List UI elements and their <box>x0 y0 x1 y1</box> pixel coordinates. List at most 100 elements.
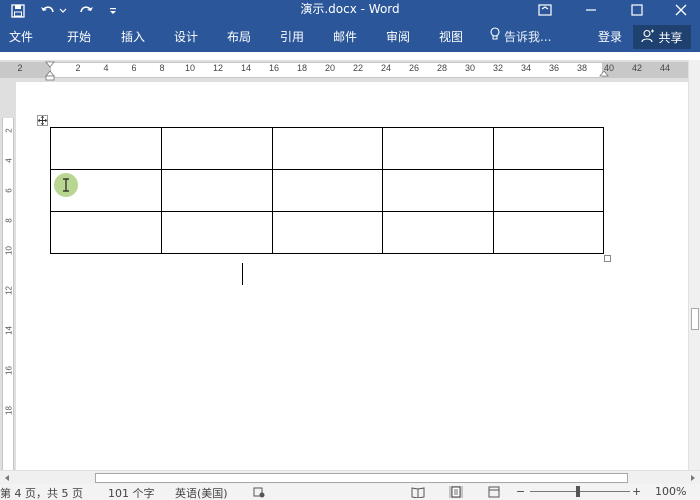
ruler-number: 16 <box>268 63 280 73</box>
vertical-ruler-number: 10 <box>4 246 14 255</box>
table-cell[interactable] <box>493 211 604 254</box>
mouse-pointer-highlight <box>54 173 78 197</box>
ruler-number: 22 <box>352 63 364 73</box>
ribbon-tabs: 文件 开始 插入 设计 布局 引用 邮件 审阅 视图 告诉我... 登录 共享 <box>0 22 700 52</box>
vertical-scroll-thumb[interactable] <box>691 308 699 330</box>
table-row <box>50 211 604 254</box>
table-cell[interactable] <box>50 211 162 254</box>
share-label: 共享 <box>658 30 683 45</box>
maximize-icon[interactable] <box>620 0 654 20</box>
table-cell[interactable] <box>161 127 273 170</box>
table-cell[interactable] <box>382 211 494 254</box>
tell-me-box[interactable]: 告诉我... <box>490 22 551 52</box>
page-count-status[interactable]: 第 4 页，共 5 页 <box>0 485 83 500</box>
ruler-number: 24 <box>380 63 392 73</box>
horizontal-scrollbar[interactable] <box>0 470 700 484</box>
tab-layout[interactable]: 布局 <box>227 22 251 52</box>
horizontal-ruler[interactable]: 2 2 4 6 8 10 12 14 16 18 20 22 24 26 28 30 32 34 36 38 40 42 4… <box>0 60 700 82</box>
tab-design[interactable]: 设计 <box>174 22 198 52</box>
vertical-ruler-number: 2 <box>4 128 14 133</box>
scroll-right-icon[interactable] <box>689 474 697 482</box>
tab-mailings[interactable]: 邮件 <box>333 22 357 52</box>
ruler-number: 8 <box>159 63 165 73</box>
tell-me-label: 告诉我... <box>504 30 552 44</box>
ruler-number: 4 <box>103 63 109 73</box>
vertical-ruler-number: 8 <box>4 218 14 223</box>
word-count-status[interactable]: 101 个字 <box>108 485 155 500</box>
ruler-number: 2 <box>17 63 23 73</box>
ruler-number: 28 <box>436 63 448 73</box>
ruler-number: 42 <box>631 63 643 73</box>
ruler-number: 12 <box>212 63 224 73</box>
ruler-left-margin <box>0 62 50 78</box>
document-table[interactable] <box>50 127 604 254</box>
horizontal-scroll-thumb[interactable] <box>95 473 628 483</box>
vertical-ruler-number: 16 <box>4 366 14 375</box>
table-cell[interactable] <box>272 127 383 170</box>
tab-insert[interactable]: 插入 <box>121 22 145 52</box>
tab-home[interactable]: 开始 <box>67 22 91 52</box>
login-link[interactable]: 登录 <box>598 22 622 52</box>
ruler-number: 14 <box>240 63 252 73</box>
read-mode-icon[interactable] <box>411 486 425 498</box>
ruler-number: 30 <box>464 63 476 73</box>
table-row <box>50 127 604 170</box>
vertical-ruler[interactable]: 2 4 6 8 10 12 14 16 18 <box>0 82 16 470</box>
macro-record-icon[interactable] <box>252 486 266 498</box>
ruler-number: 18 <box>296 63 308 73</box>
ruler-number: 2 <box>75 63 81 73</box>
redo-icon[interactable] <box>76 0 96 22</box>
print-layout-icon[interactable] <box>449 486 463 498</box>
ruler-number: 20 <box>324 63 336 73</box>
indent-marker-icon[interactable] <box>44 60 56 82</box>
ruler-right-margin <box>603 62 688 78</box>
vertical-scrollbar[interactable] <box>688 60 700 470</box>
table-cell[interactable] <box>50 127 162 170</box>
tab-file[interactable]: 文件 <box>9 22 33 52</box>
ruler-number: 44 <box>659 63 671 73</box>
scroll-left-icon[interactable] <box>3 474 11 482</box>
ruler-number: 34 <box>520 63 532 73</box>
vertical-ruler-number: 6 <box>4 188 14 193</box>
title-bar: 演示.docx - Word <box>0 0 700 22</box>
vertical-ruler-number: 18 <box>4 406 14 415</box>
vertical-ruler-number: 4 <box>4 158 14 163</box>
text-cursor <box>242 263 243 285</box>
table-cell[interactable] <box>382 127 494 170</box>
table-cell[interactable] <box>493 127 604 170</box>
tab-references[interactable]: 引用 <box>280 22 304 52</box>
language-status[interactable]: 英语(美国) <box>175 485 228 500</box>
table-cell[interactable] <box>382 169 494 212</box>
ibeam-cursor-icon <box>63 178 69 192</box>
person-add-icon <box>641 29 655 46</box>
customize-qat-icon[interactable] <box>106 0 120 22</box>
table-cell[interactable] <box>161 169 273 212</box>
minimize-icon[interactable] <box>574 0 608 20</box>
zoom-slider-thumb[interactable] <box>576 486 580 497</box>
table-cell[interactable] <box>272 169 383 212</box>
tab-review[interactable]: 审阅 <box>386 22 410 52</box>
ruler-number: 26 <box>408 63 420 73</box>
vertical-ruler-number: 14 <box>4 326 14 335</box>
zoom-level[interactable]: 100% <box>655 485 686 498</box>
ruler-number: 10 <box>184 63 196 73</box>
zoom-out-button[interactable]: − <box>516 485 525 498</box>
table-cell[interactable] <box>272 211 383 254</box>
table-move-handle-icon[interactable] <box>37 115 48 126</box>
save-icon[interactable] <box>8 0 28 22</box>
zoom-slider-track[interactable] <box>530 491 630 492</box>
ruler-number: 38 <box>576 63 588 73</box>
share-button[interactable]: 共享 <box>633 25 691 49</box>
web-layout-icon[interactable] <box>487 486 501 498</box>
table-cell[interactable] <box>493 169 604 212</box>
zoom-in-button[interactable]: + <box>632 485 641 498</box>
table-cell[interactable] <box>161 211 273 254</box>
close-icon[interactable] <box>664 0 698 20</box>
ruler-number: 40 <box>603 63 615 73</box>
undo-dropdown-icon[interactable] <box>58 0 68 22</box>
table-resize-handle[interactable] <box>604 255 611 262</box>
ruler-number: 36 <box>548 63 560 73</box>
ribbon-display-icon[interactable] <box>528 0 562 20</box>
undo-icon[interactable] <box>38 0 58 22</box>
tab-view[interactable]: 视图 <box>439 22 463 52</box>
